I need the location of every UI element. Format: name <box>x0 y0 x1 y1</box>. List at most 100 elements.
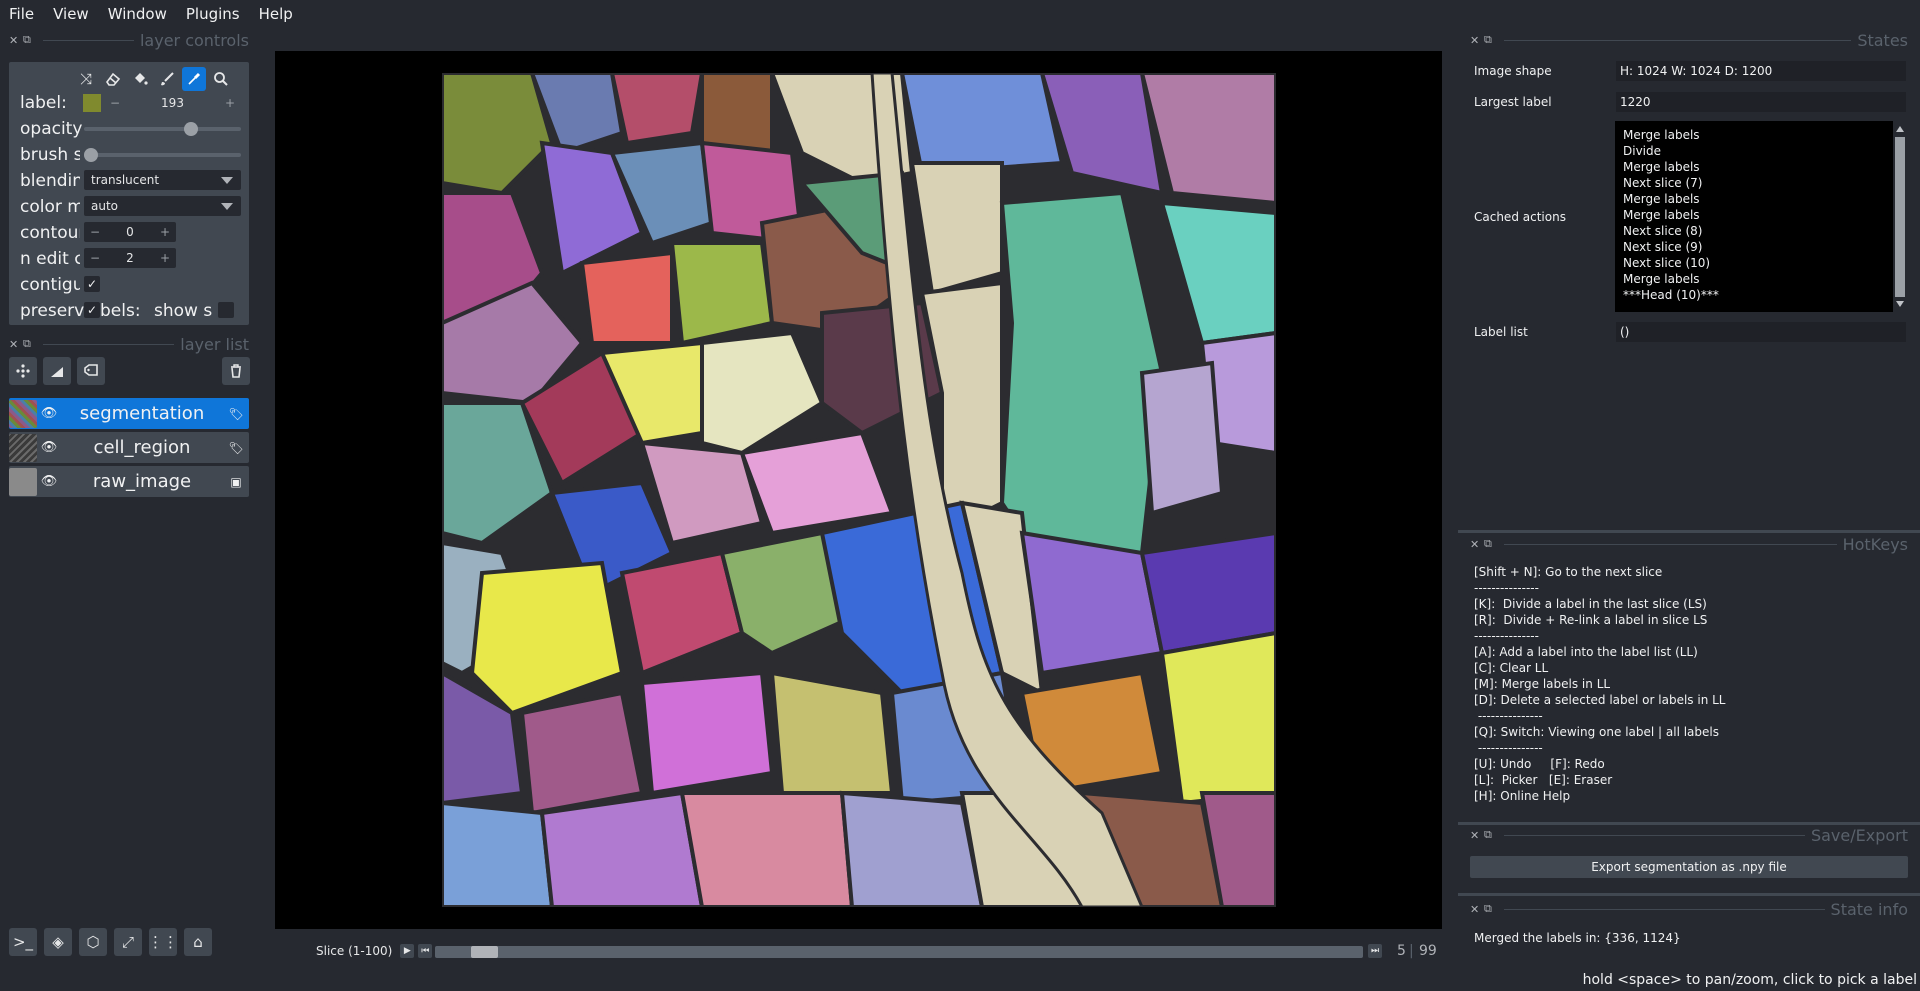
panel-divider <box>1458 893 1920 896</box>
contour-spinbox[interactable]: − 0 + <box>84 222 176 242</box>
brush-size-slider-handle[interactable] <box>84 148 98 162</box>
layer-buttons <box>9 357 111 385</box>
play-icon[interactable]: ▶ <box>400 944 415 958</box>
home-icon[interactable]: ⌂ <box>184 928 212 956</box>
minus-icon[interactable]: − <box>84 251 106 265</box>
blending-label: blendin <box>20 171 80 191</box>
menu-help[interactable]: Help <box>259 5 293 23</box>
chevron-down-icon <box>221 203 233 210</box>
scroll-down-icon[interactable] <box>1896 301 1904 307</box>
list-item: Divide <box>1623 144 1662 158</box>
n-edit-dims-spinbox[interactable]: − 2 + <box>84 248 176 268</box>
layer-item-raw-image[interactable]: 👁 raw_image ▣ <box>9 466 249 497</box>
hotkey-line: --------------- <box>1474 581 1539 595</box>
brush-size-slider[interactable] <box>84 153 241 157</box>
layer-name: raw_image <box>92 471 192 492</box>
new-points-layer-button[interactable] <box>9 357 37 385</box>
segmentation-render <box>442 73 1276 907</box>
minus-icon[interactable]: − <box>84 225 106 239</box>
scrollbar-thumb[interactable] <box>1895 137 1905 297</box>
list-item: ***Head (10)*** <box>1623 288 1719 302</box>
roll-dims-icon[interactable]: ⬡ <box>79 928 107 956</box>
minus-icon[interactable]: − <box>104 96 126 110</box>
label-spinbox[interactable]: − 193 + <box>104 93 241 113</box>
slice-label: Slice (1-100) <box>316 944 393 958</box>
scroll-up-icon[interactable] <box>1896 126 1904 132</box>
hotkey-line: [U]: Undo [F]: Redo <box>1474 757 1605 771</box>
close-icon[interactable]: ✕ <box>9 338 23 351</box>
menu-window[interactable]: Window <box>108 5 167 23</box>
plus-icon[interactable]: + <box>154 225 176 239</box>
image-shape-label: Image shape <box>1474 64 1552 78</box>
opacity-label: opacity <box>20 119 83 139</box>
label-list-label: Label list <box>1474 325 1528 339</box>
hotkey-line: [K]: Divide a label in the last slice (L… <box>1474 597 1707 611</box>
layer-item-cell-region[interactable]: 👁 cell_region 🏷 <box>9 432 249 463</box>
menu-view[interactable]: View <box>53 5 89 23</box>
float-icon[interactable]: ⧉ <box>1484 828 1498 842</box>
zoom-icon[interactable] <box>209 67 233 91</box>
new-labels-layer-button[interactable] <box>77 357 105 385</box>
new-shapes-layer-button[interactable] <box>43 357 71 385</box>
eye-icon[interactable]: 👁 <box>37 474 61 489</box>
slice-slider-handle[interactable] <box>471 946 499 958</box>
preserve-labels-checkbox[interactable]: ✓ <box>84 302 100 318</box>
paintbrush-icon[interactable] <box>155 67 179 91</box>
contiguous-checkbox[interactable]: ✓ <box>84 276 100 292</box>
list-item: Next slice (10) <box>1623 256 1711 270</box>
export-segmentation-button[interactable]: Export segmentation as .npy file <box>1470 856 1908 878</box>
shuffle-icon[interactable]: ⤨ <box>74 67 98 91</box>
segmentation-image[interactable] <box>442 73 1276 907</box>
float-icon[interactable]: ⧉ <box>1484 537 1498 551</box>
status-text: hold <space> to pan/zoom, click to pick … <box>1582 971 1917 988</box>
eye-icon[interactable]: 👁 <box>37 440 61 455</box>
slice-slider[interactable] <box>435 946 1363 958</box>
close-icon[interactable]: ✕ <box>1470 903 1484 916</box>
opacity-slider-handle[interactable] <box>184 122 199 136</box>
opacity-slider[interactable] <box>84 127 241 131</box>
float-icon[interactable]: ⧉ <box>23 33 37 47</box>
float-icon[interactable]: ⧉ <box>23 337 37 351</box>
hotkey-line: --------------- <box>1474 741 1543 755</box>
fill-bucket-icon[interactable] <box>128 67 152 91</box>
close-icon[interactable]: ✕ <box>1470 34 1484 47</box>
menu-plugins[interactable]: Plugins <box>186 5 240 23</box>
show-selected-checkbox[interactable] <box>218 302 234 318</box>
float-icon[interactable]: ⧉ <box>1484 33 1498 47</box>
chevron-down-icon <box>221 177 233 184</box>
plus-icon[interactable]: + <box>219 96 241 110</box>
delete-layer-button[interactable] <box>222 357 250 385</box>
eye-icon[interactable]: 👁 <box>37 406 61 421</box>
ndisplay-3d-icon[interactable]: ◈ <box>44 928 72 956</box>
label-value: 193 <box>161 96 184 110</box>
cached-actions-scrollbar[interactable] <box>1893 121 1907 312</box>
color-mode-select[interactable]: auto <box>84 196 241 216</box>
color-picker-icon[interactable] <box>182 67 206 91</box>
slice-separator: | <box>1409 943 1414 959</box>
list-item: Next slice (7) <box>1623 176 1703 190</box>
contour-value: 0 <box>126 225 134 239</box>
step-back-icon[interactable]: ⏮ <box>418 944 433 958</box>
close-icon[interactable]: ✕ <box>9 34 23 47</box>
close-icon[interactable]: ✕ <box>1470 829 1484 842</box>
blending-select[interactable]: translucent <box>84 170 241 190</box>
float-icon[interactable]: ⧉ <box>1484 902 1498 916</box>
step-forward-icon[interactable]: ⏭ <box>1368 944 1382 958</box>
layer-list-title: layer list <box>180 334 249 354</box>
slice-max[interactable]: 99 <box>1419 943 1437 959</box>
states-titlebar: ✕ ⧉ States <box>1470 30 1908 50</box>
cached-actions-list[interactable]: Merge labels Divide Merge labels Next sl… <box>1615 121 1907 312</box>
plus-icon[interactable]: + <box>154 251 176 265</box>
grid-icon[interactable]: ⋮⋮ <box>148 928 178 956</box>
n-edit-dims-value: 2 <box>126 251 134 265</box>
console-icon[interactable]: >_ <box>9 928 37 956</box>
list-item: Next slice (9) <box>1623 240 1703 254</box>
transpose-icon[interactable]: ⤢ <box>114 928 142 956</box>
layer-thumbnail <box>9 467 37 496</box>
eraser-icon[interactable] <box>101 67 125 91</box>
close-icon[interactable]: ✕ <box>1470 538 1484 551</box>
layer-item-segmentation[interactable]: 👁 segmentation 🏷 <box>9 398 249 429</box>
slice-current[interactable]: 5 <box>1397 943 1406 959</box>
menu-file[interactable]: File <box>9 5 34 23</box>
label-color-swatch[interactable] <box>83 94 101 112</box>
